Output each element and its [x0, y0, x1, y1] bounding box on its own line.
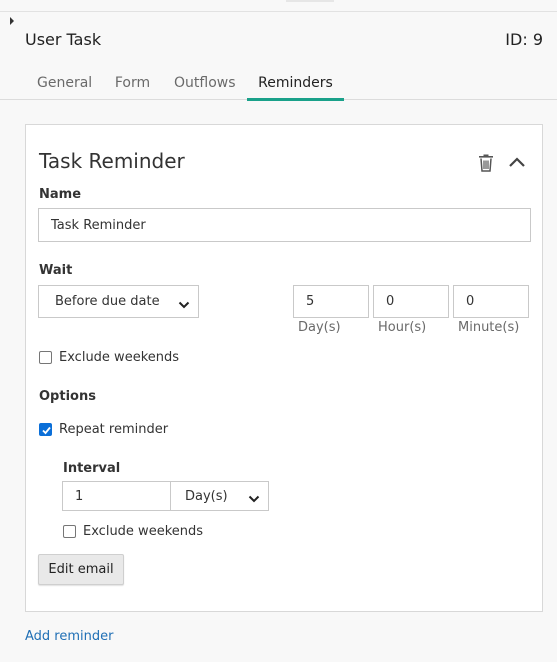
panel-title: User Task: [25, 30, 102, 49]
repeat-reminder-row[interactable]: Repeat reminder: [39, 422, 168, 437]
interval-exclude-weekends-row[interactable]: Exclude weekends: [63, 524, 203, 539]
name-label: Name: [39, 187, 82, 202]
wait-select-value: Before due date: [55, 294, 160, 309]
name-input[interactable]: Task Reminder: [38, 208, 531, 242]
interval-exclude-weekends-checkbox[interactable]: [63, 525, 76, 538]
days-unit-label: Day(s): [298, 320, 341, 335]
minutes-input[interactable]: 0: [453, 285, 529, 318]
repeat-reminder-label: Repeat reminder: [59, 422, 169, 437]
check-icon: [42, 426, 51, 435]
reminder-card: Task Reminder Name Task Reminder Wait Be…: [25, 124, 543, 612]
interval-unit-value: Day(s): [185, 488, 228, 504]
trash-icon[interactable]: [478, 154, 494, 172]
repeat-reminder-checkbox[interactable]: [39, 423, 52, 436]
active-tab-underline: [247, 98, 344, 101]
interval-unit-select[interactable]: Day(s): [170, 481, 269, 511]
exclude-weekends-checkbox[interactable]: [39, 351, 52, 364]
edit-email-button[interactable]: Edit email: [38, 554, 124, 585]
options-label: Options: [39, 389, 96, 404]
interval-input[interactable]: 1: [62, 481, 171, 511]
hours-unit-label: Hour(s): [378, 320, 427, 335]
wait-label: Wait: [39, 263, 73, 278]
tab-form[interactable]: Form: [114, 75, 151, 100]
caret-right-icon[interactable]: [10, 17, 14, 25]
tab-reminders[interactable]: Reminders: [247, 75, 344, 101]
days-input[interactable]: 5: [293, 285, 369, 318]
chevron-up-icon[interactable]: [507, 154, 527, 170]
tab-reminders-label: Reminders: [258, 75, 333, 91]
tab-bar: General Form Outflows Reminders: [0, 70, 557, 101]
exclude-weekends-label: Exclude weekends: [59, 350, 180, 365]
chevron-down-icon: [248, 492, 260, 503]
add-reminder-link[interactable]: Add reminder: [25, 629, 113, 644]
interval-exclude-weekends-label: Exclude weekends: [83, 524, 204, 539]
chevron-down-icon: [178, 298, 190, 308]
task-id: ID: 9: [505, 30, 543, 49]
tab-outflows[interactable]: Outflows: [174, 75, 236, 100]
tab-general[interactable]: General: [37, 75, 92, 100]
top-bar: [0, 0, 557, 12]
exclude-weekends-row[interactable]: Exclude weekends: [39, 350, 179, 365]
reminder-title: Task Reminder: [39, 149, 185, 173]
minutes-unit-label: Minute(s): [458, 320, 520, 335]
top-bar-notch: [286, 0, 334, 2]
wait-select[interactable]: Before due date: [38, 285, 199, 318]
interval-label: Interval: [63, 461, 121, 476]
hours-input[interactable]: 0: [373, 285, 449, 318]
